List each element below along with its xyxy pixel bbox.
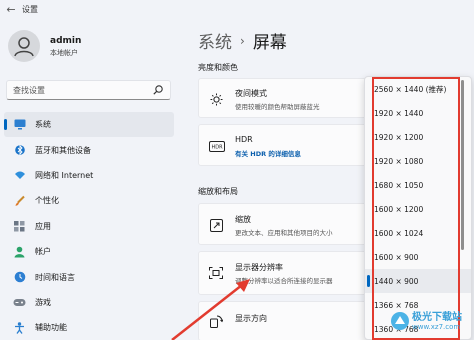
brush-icon xyxy=(13,194,26,207)
search-box[interactable] xyxy=(6,80,171,100)
user-avatar-icon xyxy=(14,37,34,57)
sidebar-item-accessibility[interactable]: 辅助功能 xyxy=(0,315,178,340)
search-input[interactable] xyxy=(13,84,143,97)
watermark: 极光下载站 www.xz7.com xyxy=(388,306,472,340)
avatar[interactable] xyxy=(8,30,40,62)
resolution-option[interactable]: 1920 × 1200 xyxy=(365,125,471,149)
sidebar-item-bluetooth[interactable]: 蓝牙和其他设备 xyxy=(0,137,178,162)
sidebar-item-time-language[interactable]: 时间和语言 xyxy=(0,264,178,289)
sidebar-item-system[interactable]: 系统 xyxy=(4,112,174,138)
apps-icon xyxy=(13,220,26,233)
sidebar-item-apps[interactable]: 应用 xyxy=(0,214,178,239)
resolution-subtitle: 调整分辨率以适合所连接的显示器 xyxy=(235,277,333,285)
bluetooth-icon xyxy=(13,144,26,157)
watermark-url: www.xz7.com xyxy=(412,323,461,331)
gamepad-icon xyxy=(13,296,26,309)
resolution-option[interactable]: 1600 × 1200 xyxy=(365,197,471,221)
account-type: 本地帐户 xyxy=(50,49,78,57)
title-bar: ← 设置 xyxy=(0,0,474,18)
app-title: 设置 xyxy=(22,4,38,14)
sidebar-item-gaming[interactable]: 游戏 xyxy=(0,290,178,315)
sidebar-item-accounts[interactable]: 帐户 xyxy=(0,239,178,264)
resolution-option-selected[interactable]: 1440 × 900 xyxy=(365,269,471,293)
resolution-dropdown[interactable]: 2560 × 1440 (推荐) 1920 × 1440 1920 × 1200… xyxy=(364,76,472,340)
sidebar-item-label: 个性化 xyxy=(35,196,59,206)
sidebar-item-label: 蓝牙和其他设备 xyxy=(35,145,91,155)
resolution-option[interactable]: 2560 × 1440 (推荐) xyxy=(365,77,471,101)
hdr-icon-text: HDR xyxy=(211,144,223,150)
resolution-option[interactable]: 1920 × 1080 xyxy=(365,149,471,173)
wifi-icon xyxy=(13,169,26,182)
sidebar-item-label: 系统 xyxy=(35,120,51,130)
monitor-icon xyxy=(13,118,26,131)
person-icon xyxy=(13,245,26,258)
sidebar-nav: 系统 蓝牙和其他设备 网络和 Internet 个性化 应用 帐户 时间和语言 … xyxy=(0,112,178,340)
user-name: admin xyxy=(50,36,82,46)
sidebar-item-label: 游戏 xyxy=(35,297,51,307)
back-arrow-icon: ← xyxy=(6,2,16,16)
orientation-icon xyxy=(209,314,223,328)
sidebar-item-personalization[interactable]: 个性化 xyxy=(0,188,178,213)
breadcrumb: 系统 › 屏幕 xyxy=(198,28,287,53)
scale-subtitle: 更改文本、应用和其他项目的大小 xyxy=(235,229,333,237)
hdr-icon: HDR xyxy=(209,139,225,153)
scale-icon xyxy=(209,218,223,232)
breadcrumb-separator: › xyxy=(240,33,245,48)
sidebar-item-label: 网络和 Internet xyxy=(35,170,94,180)
sidebar-item-label: 帐户 xyxy=(35,247,51,257)
section-title-brightness: 亮度和颜色 xyxy=(198,63,238,72)
resolution-title: 显示器分辨率 xyxy=(235,263,283,272)
dropdown-scrollbar[interactable] xyxy=(461,80,464,250)
sidebar: admin 本地帐户 系统 蓝牙和其他设备 网络和 Internet xyxy=(0,18,178,340)
accessibility-icon xyxy=(13,321,26,334)
section-title-scale-layout: 缩放和布局 xyxy=(198,187,238,196)
resolution-icon xyxy=(209,266,223,280)
sidebar-item-network[interactable]: 网络和 Internet xyxy=(0,163,178,188)
scale-title: 缩放 xyxy=(235,215,251,224)
orientation-title: 显示方向 xyxy=(235,314,267,323)
brightness-icon xyxy=(209,92,223,106)
sidebar-item-label: 辅助功能 xyxy=(35,323,67,333)
sidebar-item-label: 时间和语言 xyxy=(35,272,75,282)
resolution-option[interactable]: 1680 × 1050 xyxy=(365,173,471,197)
resolution-option[interactable]: 1600 × 1024 xyxy=(365,221,471,245)
hdr-info-link[interactable]: 有关 HDR 的详细信息 xyxy=(235,148,301,158)
back-button[interactable]: ← xyxy=(0,0,22,18)
watermark-title: 极光下载站 xyxy=(412,312,462,323)
night-light-subtitle: 使用较暖的颜色帮助屏蔽蓝光 xyxy=(235,103,320,111)
page-title: 屏幕 xyxy=(252,33,287,53)
breadcrumb-parent[interactable]: 系统 xyxy=(198,28,232,53)
sidebar-item-label: 应用 xyxy=(35,221,51,231)
hdr-title: HDR xyxy=(235,135,253,144)
resolution-option[interactable]: 1920 × 1440 xyxy=(365,101,471,125)
night-light-title: 夜间模式 xyxy=(235,89,267,98)
resolution-option[interactable]: 1600 × 900 xyxy=(365,245,471,269)
watermark-logo-icon xyxy=(391,312,409,330)
globe-clock-icon xyxy=(13,271,26,284)
search-icon[interactable] xyxy=(152,84,164,96)
